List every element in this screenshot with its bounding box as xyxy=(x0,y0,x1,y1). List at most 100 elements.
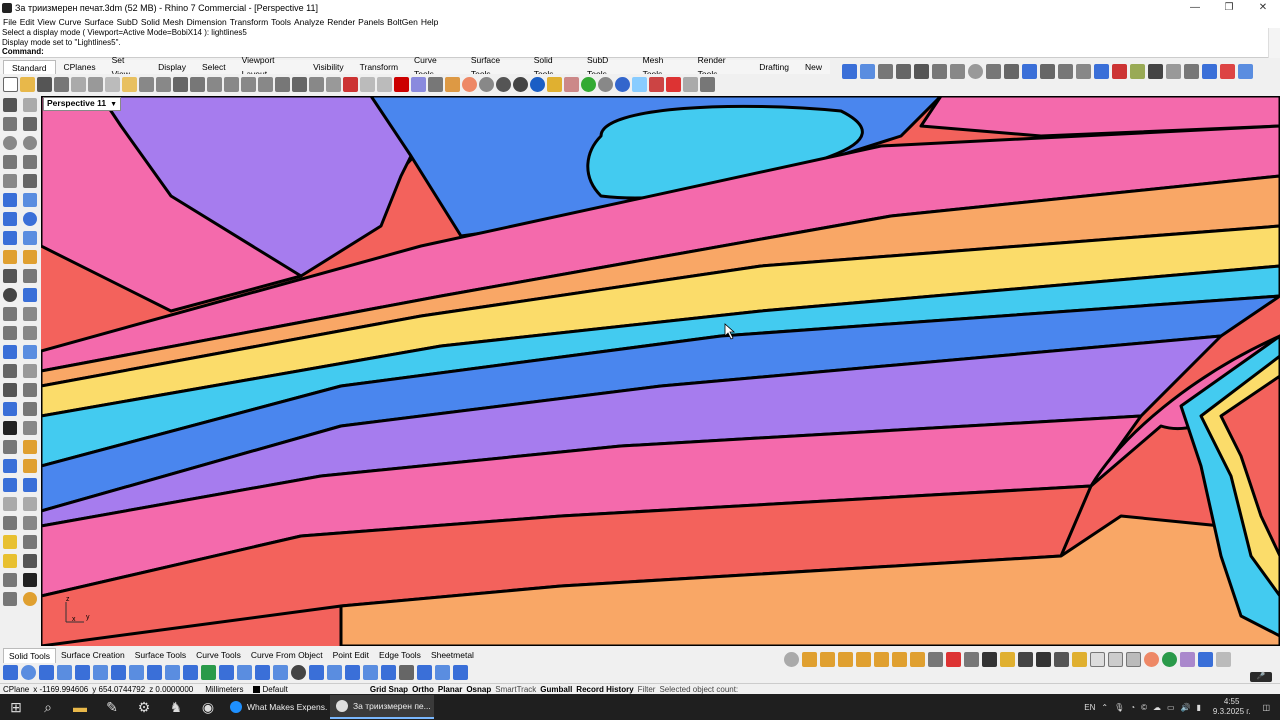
analyze-tool-icon[interactable] xyxy=(23,421,37,435)
settings-gear-icon[interactable] xyxy=(784,651,799,667)
line-icon[interactable] xyxy=(878,63,893,79)
grid-icon[interactable] xyxy=(326,76,341,92)
boolean-tool-icon[interactable] xyxy=(3,288,17,302)
zoom-selected-icon[interactable] xyxy=(258,76,273,92)
tab-new[interactable]: New xyxy=(797,60,830,74)
cube-icon[interactable] xyxy=(1036,651,1051,667)
boolean-intersection-icon[interactable] xyxy=(39,664,54,680)
osnap-end-icon[interactable] xyxy=(802,651,817,667)
trim-icon[interactable] xyxy=(950,63,965,79)
shell-icon[interactable] xyxy=(75,664,90,680)
hatch-tool-icon[interactable] xyxy=(3,516,17,530)
search-icon[interactable]: ⌕ xyxy=(32,694,64,720)
box-view-icon[interactable] xyxy=(982,651,997,667)
wire-cut-icon[interactable] xyxy=(237,664,252,680)
loft-tool-icon[interactable] xyxy=(23,193,37,207)
group-tool-icon[interactable] xyxy=(3,440,17,454)
insert-tool-icon[interactable] xyxy=(23,459,37,473)
status-units[interactable]: Millimeters xyxy=(205,685,243,694)
circle-tool-icon[interactable] xyxy=(3,136,17,150)
scale-tool-icon[interactable] xyxy=(23,364,37,378)
cut-icon[interactable] xyxy=(88,76,103,92)
tab-drafting[interactable]: Drafting xyxy=(751,60,797,74)
solid-points-icon[interactable] xyxy=(435,664,450,680)
move-icon[interactable] xyxy=(1094,63,1109,79)
polyline-icon[interactable] xyxy=(896,63,911,79)
shaded-box-icon[interactable] xyxy=(1000,651,1015,667)
record-icon[interactable] xyxy=(394,76,409,92)
macro-tool-icon[interactable] xyxy=(3,592,17,606)
cylinder-tool-icon[interactable] xyxy=(3,231,17,245)
open-file-icon[interactable] xyxy=(20,76,35,92)
camera-icon[interactable]: ◔ xyxy=(1130,703,1135,712)
disable-osnap-icon[interactable] xyxy=(946,651,961,667)
eye-app-icon[interactable]: ◉ xyxy=(192,694,224,720)
texture-icon[interactable] xyxy=(1180,651,1195,667)
green-sphere-icon[interactable] xyxy=(1162,651,1177,667)
boolean-split-icon[interactable] xyxy=(57,664,72,680)
tab-transform[interactable]: Transform xyxy=(352,60,406,74)
paste-icon[interactable] xyxy=(122,76,137,92)
save-icon[interactable] xyxy=(37,76,52,92)
arc-tool-icon[interactable] xyxy=(3,155,17,169)
polyline-tool-icon[interactable] xyxy=(3,117,17,131)
offset-icon[interactable] xyxy=(1040,63,1055,79)
fillet-tool-icon[interactable] xyxy=(23,174,37,188)
menu-help[interactable]: Help xyxy=(421,17,441,27)
copyright-icon[interactable]: © xyxy=(1141,703,1147,712)
copy-tool-icon[interactable] xyxy=(23,345,37,359)
close-button[interactable]: ✕ xyxy=(1246,0,1280,16)
split-tool-icon[interactable] xyxy=(23,288,37,302)
fillet-edge-icon[interactable] xyxy=(129,664,144,680)
menu-tools[interactable]: Tools xyxy=(271,17,294,27)
move-hole-icon[interactable] xyxy=(327,664,342,680)
menu-solid[interactable]: Solid xyxy=(141,17,163,27)
osnap-near-icon[interactable] xyxy=(820,651,835,667)
rendered-sphere-icon[interactable] xyxy=(513,76,528,92)
fillet-icon[interactable] xyxy=(1058,63,1073,79)
copy-icon[interactable] xyxy=(105,76,120,92)
toolbar-icon[interactable] xyxy=(632,76,647,92)
minimize-button[interactable]: — xyxy=(1178,0,1212,16)
command-scrollbar[interactable] xyxy=(1268,28,1280,58)
perspective-viewport[interactable] xyxy=(41,96,1280,646)
scale-icon[interactable] xyxy=(1130,63,1145,79)
grid-snap-toggle[interactable]: Grid Snap xyxy=(370,685,408,694)
layers-icon[interactable] xyxy=(1216,651,1231,667)
hole-icon[interactable] xyxy=(255,664,270,680)
volume-icon[interactable]: 🔊 xyxy=(1181,703,1191,712)
check-tool-icon[interactable] xyxy=(3,421,17,435)
chamfer-edge-icon[interactable] xyxy=(147,664,162,680)
import-icon[interactable] xyxy=(71,76,86,92)
select-icon[interactable] xyxy=(343,76,358,92)
pen-app-icon[interactable]: ✎ xyxy=(96,694,128,720)
undo-icon[interactable] xyxy=(139,76,154,92)
script-tool-icon[interactable] xyxy=(23,573,37,587)
trim-tool-icon[interactable] xyxy=(3,326,17,340)
xray-cube-icon[interactable] xyxy=(1126,651,1141,667)
cplane-icon[interactable] xyxy=(309,76,324,92)
tab-surface-tools-bottom[interactable]: Surface Tools xyxy=(130,648,191,662)
menu-analyze[interactable]: Analyze xyxy=(294,17,327,27)
smarttrack-toggle[interactable]: SmartTrack xyxy=(495,685,536,694)
rotate-tool-icon[interactable] xyxy=(3,364,17,378)
options-icon[interactable] xyxy=(598,76,613,92)
osnap-cen-icon[interactable] xyxy=(874,651,889,667)
taskbar-app-browser[interactable]: What Makes Expens... xyxy=(224,695,328,719)
tab-edge-tools[interactable]: Edge Tools xyxy=(374,648,426,662)
more-icon[interactable] xyxy=(700,76,715,92)
text-tool-icon[interactable] xyxy=(23,269,37,283)
boolean-union-icon[interactable] xyxy=(3,664,18,680)
cap-icon[interactable] xyxy=(93,664,108,680)
tab-point-edit[interactable]: Point Edit xyxy=(328,648,374,662)
rectangle-icon[interactable] xyxy=(932,63,947,79)
split-face-icon[interactable] xyxy=(219,664,234,680)
mirror-tool-icon[interactable] xyxy=(23,383,37,397)
viewport-title[interactable]: Perspective 11 ▼ xyxy=(43,97,122,111)
windows-start-icon[interactable]: ⊞ xyxy=(0,694,32,720)
zoom-extents-icon[interactable] xyxy=(241,76,256,92)
polygon-tool-icon[interactable] xyxy=(3,174,17,188)
osnap-tool-icon[interactable] xyxy=(23,497,37,511)
filter-toggle[interactable]: Filter xyxy=(638,685,656,694)
sphere-icon[interactable] xyxy=(479,76,494,92)
